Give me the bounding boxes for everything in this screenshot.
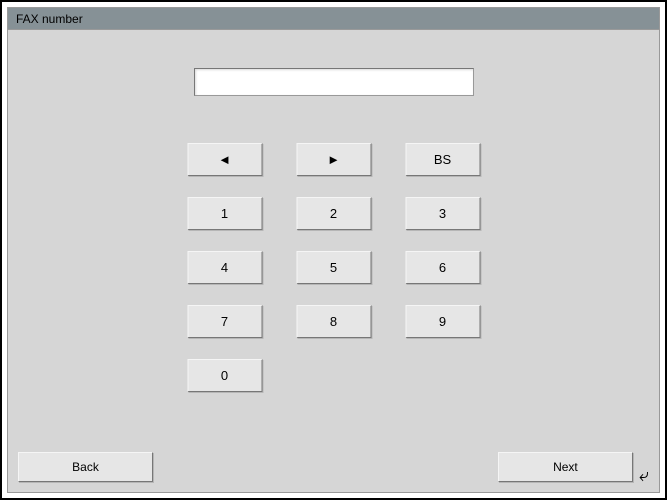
keypad-4-button[interactable]: 4 xyxy=(187,251,262,284)
keypad-9-button[interactable]: 9 xyxy=(405,305,480,338)
footer-bar: Back Next ⤶ xyxy=(18,452,649,482)
back-button[interactable]: Back xyxy=(18,452,153,482)
title-text: FAX number xyxy=(16,12,83,26)
dialog-panel: FAX number ◄ ► BS 1 2 3 4 5 6 7 8 9 0 Ba… xyxy=(7,7,660,493)
keypad: ◄ ► BS 1 2 3 4 5 6 7 8 9 0 xyxy=(187,143,480,392)
backspace-button[interactable]: BS xyxy=(405,143,480,176)
next-button[interactable]: Next xyxy=(498,452,633,482)
enter-icon: ⤶ xyxy=(639,466,649,484)
keypad-7-button[interactable]: 7 xyxy=(187,305,262,338)
keypad-2-button[interactable]: 2 xyxy=(296,197,371,230)
window-frame: FAX number ◄ ► BS 1 2 3 4 5 6 7 8 9 0 Ba… xyxy=(0,0,667,500)
keypad-8-button[interactable]: 8 xyxy=(296,305,371,338)
cursor-right-button[interactable]: ► xyxy=(296,143,371,176)
fax-number-input[interactable] xyxy=(194,68,474,96)
keypad-1-button[interactable]: 1 xyxy=(187,197,262,230)
keypad-0-button[interactable]: 0 xyxy=(187,359,262,392)
title-bar: FAX number xyxy=(8,8,659,30)
keypad-6-button[interactable]: 6 xyxy=(405,251,480,284)
keypad-3-button[interactable]: 3 xyxy=(405,197,480,230)
keypad-5-button[interactable]: 5 xyxy=(296,251,371,284)
cursor-left-button[interactable]: ◄ xyxy=(187,143,262,176)
next-group: Next ⤶ xyxy=(498,452,649,482)
